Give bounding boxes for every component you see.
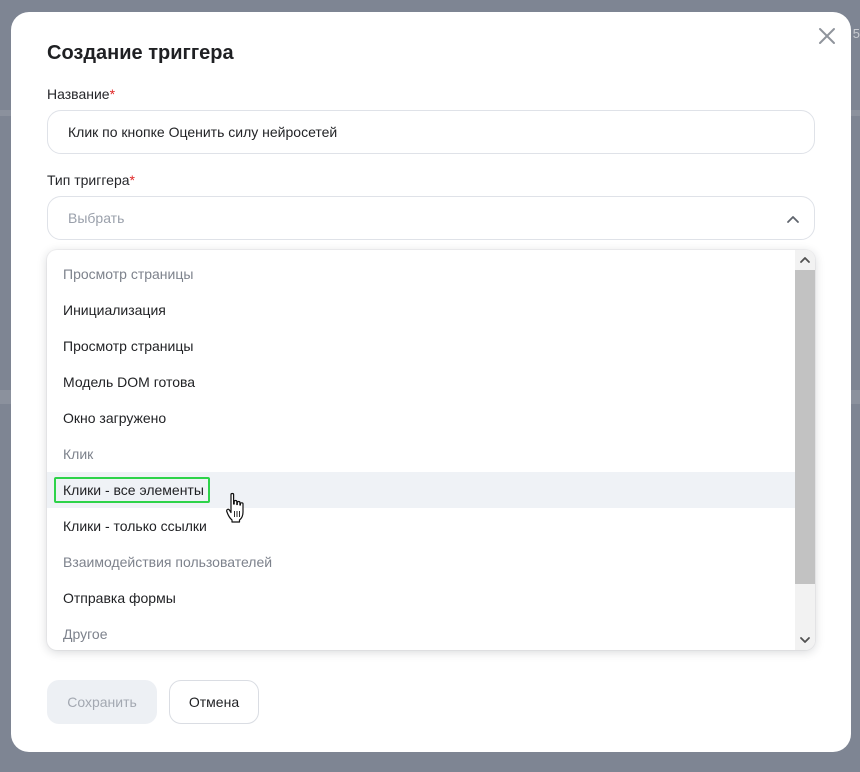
- trigger-type-label: Тип триггера*: [47, 172, 135, 188]
- name-label-text: Название: [47, 86, 110, 102]
- scroll-up-button[interactable]: [795, 250, 815, 270]
- cancel-button[interactable]: Отмена: [169, 680, 259, 724]
- option-clicks-links-only[interactable]: Клики - только ссылки: [47, 508, 795, 544]
- option-group-click: Клик: [47, 436, 795, 472]
- option-group-other: Другое: [47, 616, 795, 650]
- option-window-loaded[interactable]: Окно загружено: [47, 400, 795, 436]
- option-label: Инициализация: [63, 302, 166, 318]
- scroll-thumb[interactable]: [795, 270, 815, 584]
- option-label: Отправка формы: [63, 590, 176, 606]
- name-field-label: Название*: [47, 86, 115, 102]
- option-initialization[interactable]: Инициализация: [47, 292, 795, 328]
- option-label: Клики - все элементы: [63, 482, 204, 498]
- create-trigger-dialog: Создание триггера Название* Тип триггера…: [11, 12, 851, 752]
- required-mark: *: [109, 86, 116, 102]
- option-label: Просмотр страницы: [63, 338, 194, 354]
- option-label: Просмотр страницы: [63, 266, 194, 282]
- dropdown-scrollbar[interactable]: [795, 250, 815, 650]
- option-label: Модель DOM готова: [63, 374, 196, 390]
- trigger-type-label-text: Тип триггера: [47, 172, 130, 188]
- required-mark: *: [129, 172, 135, 188]
- option-label: Другое: [63, 626, 108, 642]
- option-form-submit[interactable]: Отправка формы: [47, 580, 795, 616]
- trigger-type-dropdown: Просмотр страницы Инициализация Просмотр…: [47, 250, 815, 650]
- option-group-page-view: Просмотр страницы: [47, 256, 795, 292]
- option-label: Клик: [63, 446, 94, 462]
- option-label: Взаимодействия пользователей: [63, 554, 273, 570]
- chevron-down-small-icon: [800, 637, 810, 643]
- chevron-up-icon[interactable]: [786, 212, 800, 226]
- save-button[interactable]: Сохранить: [47, 680, 157, 724]
- backdrop-edge-text: 5: [852, 26, 860, 41]
- option-group-user-interactions: Взаимодействия пользователей: [47, 544, 795, 580]
- dialog-title: Создание триггера: [47, 42, 234, 64]
- scroll-down-button[interactable]: [795, 630, 815, 650]
- select-placeholder: Выбрать: [68, 210, 125, 226]
- option-label: Окно загружено: [63, 410, 167, 426]
- chevron-up-small-icon: [800, 257, 810, 263]
- close-icon: [819, 28, 835, 44]
- option-label: Клики - только ссылки: [63, 518, 207, 534]
- option-clicks-all-elements[interactable]: Клики - все элементы: [47, 472, 795, 508]
- option-page-view[interactable]: Просмотр страницы: [47, 328, 795, 364]
- name-input[interactable]: [47, 110, 815, 154]
- close-button[interactable]: [817, 26, 837, 46]
- option-dom-ready[interactable]: Модель DOM готова: [47, 364, 795, 400]
- trigger-type-select[interactable]: Выбрать: [47, 196, 815, 240]
